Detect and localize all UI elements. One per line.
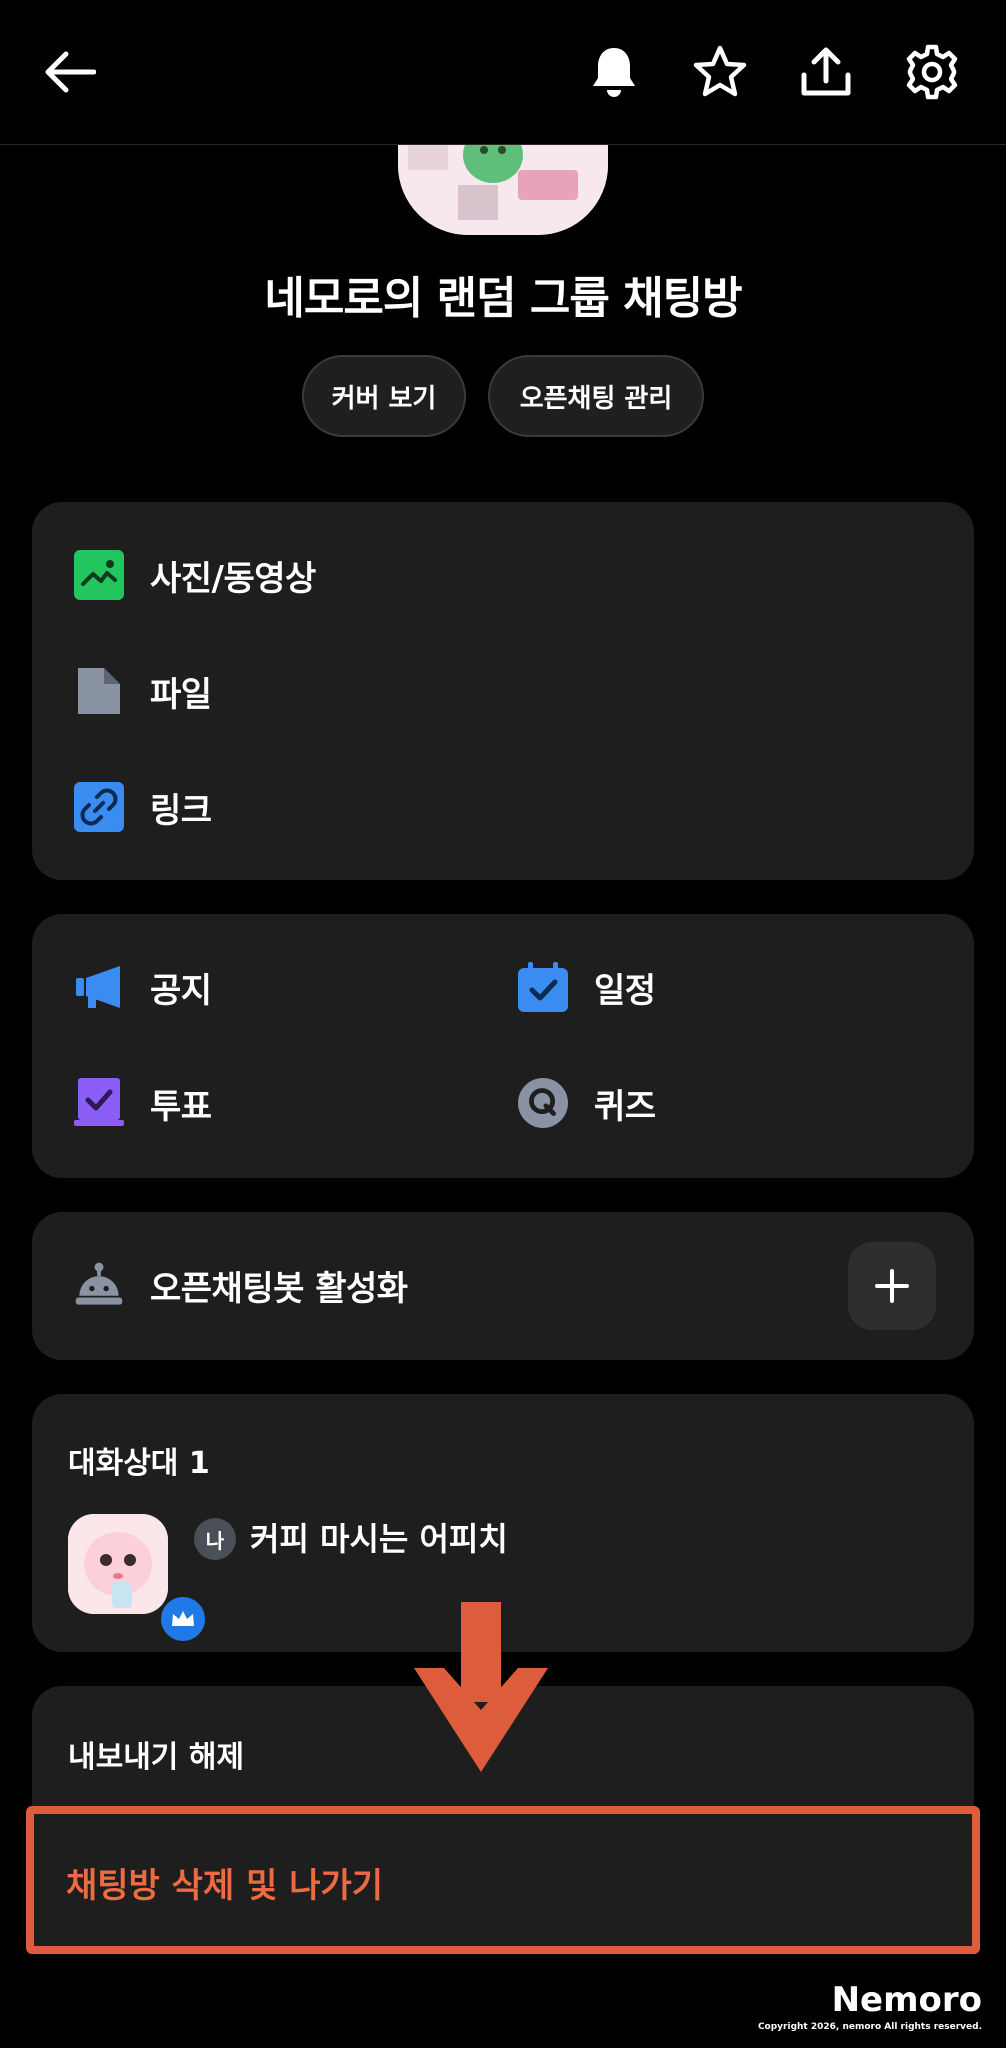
top-bar [0, 0, 1006, 145]
robot-icon [74, 1260, 124, 1310]
vote-icon [74, 1078, 124, 1128]
menu-item-vote[interactable]: 투표 [74, 1078, 212, 1128]
menu-item-bot[interactable]: 오픈채팅봇 활성화 [74, 1260, 408, 1310]
notification-button[interactable] [582, 40, 646, 104]
add-bot-button[interactable] [848, 1242, 936, 1330]
favorite-button[interactable] [688, 40, 752, 104]
tools-card: 공지 일정 투표 퀴즈 [32, 914, 974, 1178]
avatar[interactable] [68, 1514, 168, 1614]
calendar-icon [518, 962, 568, 1012]
media-card: 사진/동영상 파일 링크 [32, 502, 974, 880]
megaphone-icon [74, 962, 124, 1012]
menu-item-quiz[interactable]: 퀴즈 [518, 1078, 656, 1128]
room-title: 네모로의 랜덤 그룹 채팅방 [264, 273, 742, 324]
links-label: 링크 [150, 790, 212, 831]
files-label: 파일 [150, 674, 212, 715]
bot-card: 오픈채팅봇 활성화 [32, 1212, 974, 1360]
quiz-icon [518, 1078, 568, 1128]
link-icon [74, 782, 124, 832]
owner-crown-icon [158, 1594, 208, 1644]
watermark-brand: Nemoro [831, 1980, 982, 2020]
member-name[interactable]: 커피 마시는 어피치 [250, 1514, 508, 1560]
photos-label: 사진/동영상 [150, 558, 316, 599]
share-icon [801, 47, 851, 96]
menu-item-photos[interactable]: 사진/동영상 [74, 550, 316, 600]
photo-icon [74, 550, 124, 600]
members-title: 대화상대 1 [68, 1446, 210, 1481]
view-cover-button[interactable]: 커버 보기 [302, 355, 466, 437]
schedule-label: 일정 [594, 970, 656, 1011]
manage-openchat-button[interactable]: 오픈채팅 관리 [488, 355, 704, 437]
file-icon [74, 666, 124, 716]
star-icon [693, 45, 747, 97]
me-badge: 나 [194, 1518, 236, 1560]
menu-item-schedule[interactable]: 일정 [518, 962, 656, 1012]
menu-item-notice[interactable]: 공지 [74, 962, 212, 1012]
menu-item-links[interactable]: 링크 [74, 782, 212, 832]
export-release-item[interactable]: 내보내기 해제 [68, 1732, 244, 1776]
vote-label: 투표 [150, 1086, 212, 1127]
bell-icon [593, 48, 635, 97]
quiz-label: 퀴즈 [594, 1086, 656, 1127]
share-button[interactable] [794, 40, 858, 104]
delete-leave-button[interactable]: 채팅방 삭제 및 나가기 [66, 1858, 383, 1907]
plus-icon [875, 1269, 909, 1303]
menu-item-files[interactable]: 파일 [74, 666, 212, 716]
gear-icon [906, 44, 958, 100]
watermark-copyright: Copyright 2026, nemoro All rights reserv… [757, 2022, 982, 2032]
back-button[interactable] [38, 40, 102, 104]
notice-label: 공지 [150, 970, 212, 1011]
settings-button[interactable] [900, 40, 964, 104]
arrow-down-icon [414, 1602, 548, 1772]
arrow-left-icon [45, 51, 96, 93]
watermark: Nemoro Copyright 2026, nemoro All rights… [758, 1980, 982, 2032]
bot-label: 오픈채팅봇 활성화 [150, 1268, 408, 1309]
